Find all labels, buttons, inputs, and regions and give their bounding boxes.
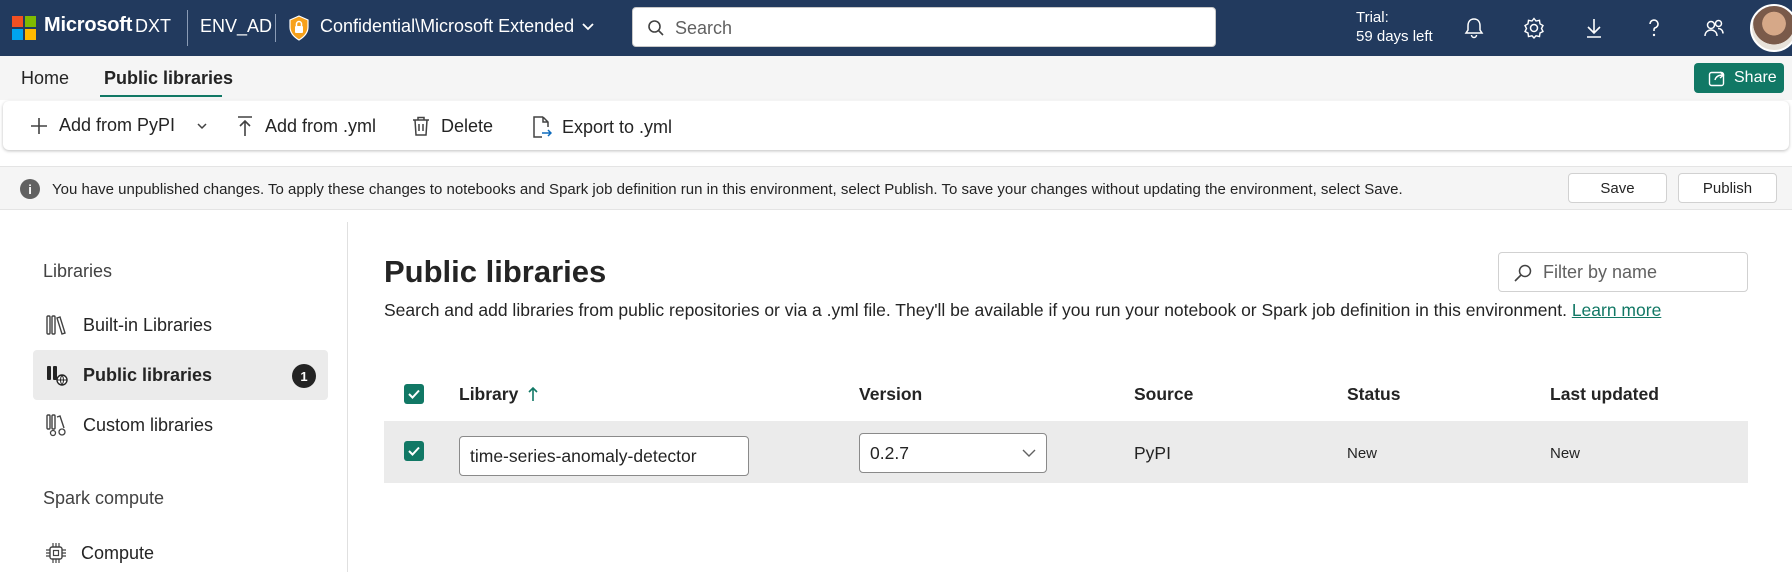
library-icon xyxy=(46,315,66,335)
workspace-name[interactable]: DXT xyxy=(135,16,171,37)
delete-button[interactable]: Delete xyxy=(411,115,493,137)
help-icon[interactable] xyxy=(1640,14,1668,42)
sort-ascending-icon xyxy=(528,386,538,401)
export-icon xyxy=(533,116,552,138)
command-bar: Add from PyPI Add from .yml Delete Expor… xyxy=(3,101,1789,150)
chevron-down-icon[interactable] xyxy=(580,18,596,34)
environment-name[interactable]: ENV_AD xyxy=(200,16,272,37)
chevron-down-icon[interactable] xyxy=(196,120,208,132)
column-label: Library xyxy=(459,384,519,404)
trash-icon xyxy=(413,116,429,136)
chevron-down-icon xyxy=(1022,449,1036,457)
info-icon: i xyxy=(20,179,40,199)
trial-days-left: 59 days left xyxy=(1356,28,1433,45)
people-icon[interactable] xyxy=(1700,14,1728,42)
sidebar-item-compute[interactable]: Compute xyxy=(33,528,328,572)
select-all-checkbox[interactable] xyxy=(404,384,424,404)
sidebar-item-custom-libraries[interactable]: Custom libraries xyxy=(33,400,328,450)
left-nav: Libraries Built-in Libraries Public libr… xyxy=(0,222,348,572)
last-updated-cell: New xyxy=(1550,445,1581,462)
sensitivity-label[interactable]: Confidential\Microsoft Extended xyxy=(320,16,574,37)
sidebar-item-label: Compute xyxy=(81,542,155,563)
sidebar-item-public-libraries[interactable]: Public libraries 1 xyxy=(33,350,328,400)
description-text: Search and add libraries from public rep… xyxy=(384,300,1567,320)
search-input[interactable] xyxy=(675,16,1195,40)
libraries-heading: Libraries xyxy=(43,261,113,281)
trial-status[interactable]: Trial: 59 days left xyxy=(1356,8,1433,46)
gear-icon[interactable] xyxy=(1520,14,1548,42)
export-to-yml-label: Export to .yml xyxy=(562,116,673,137)
count-badge: 1 xyxy=(292,364,316,388)
checkmark-icon xyxy=(408,389,420,399)
learn-more-link[interactable]: Learn more xyxy=(1572,300,1662,320)
tab-home[interactable]: Home xyxy=(21,68,69,89)
page-title: Public libraries xyxy=(384,254,607,289)
delete-label: Delete xyxy=(441,115,494,136)
column-header-library[interactable]: Library xyxy=(459,384,539,405)
divider xyxy=(187,10,188,46)
add-from-pypi-button[interactable]: Add from PyPI xyxy=(29,115,175,136)
filter-by-name-input[interactable] xyxy=(1543,262,1733,283)
table-header: Library Version Source Status Last updat… xyxy=(384,370,1748,418)
brand-name: Microsoft xyxy=(44,14,133,36)
top-bar: Microsoft DXT ENV_AD Confidential\Micros… xyxy=(0,0,1792,56)
avatar[interactable] xyxy=(1750,4,1792,52)
page-description: Search and add libraries from public rep… xyxy=(384,300,1661,321)
source-cell: PyPI xyxy=(1134,443,1171,463)
export-to-yml-button[interactable]: Export to .yml xyxy=(530,115,672,139)
sidebar-item-label: Custom libraries xyxy=(83,414,214,435)
share-button[interactable]: Share xyxy=(1694,63,1784,93)
download-icon[interactable] xyxy=(1580,14,1608,42)
status-cell: New xyxy=(1347,445,1378,462)
version-dropdown[interactable]: 0.2.7 xyxy=(859,433,1047,473)
bell-icon[interactable] xyxy=(1460,14,1488,42)
save-button[interactable]: Save xyxy=(1568,173,1667,203)
checkmark-icon xyxy=(408,446,420,456)
sidebar-item-built-in-libraries[interactable]: Built-in Libraries xyxy=(33,300,328,350)
column-header-source[interactable]: Source xyxy=(1134,384,1193,405)
compute-chip-icon xyxy=(46,543,66,563)
share-label: Share xyxy=(1734,69,1777,86)
sidebar-item-label: Built-in Libraries xyxy=(83,314,213,335)
search-icon xyxy=(1514,264,1532,282)
publish-button[interactable]: Publish xyxy=(1678,173,1777,203)
library-name-input[interactable]: time-series-anomaly-detector xyxy=(459,436,749,476)
divider xyxy=(275,14,276,42)
sensitivity-shield-icon xyxy=(289,15,309,41)
tab-public-libraries[interactable]: Public libraries xyxy=(104,68,233,89)
public-library-icon xyxy=(47,366,68,386)
add-from-yml-button[interactable]: Add from .yml xyxy=(235,115,376,137)
upload-icon xyxy=(238,116,252,136)
column-header-last-updated[interactable]: Last updated xyxy=(1550,384,1659,405)
column-header-status[interactable]: Status xyxy=(1347,384,1400,405)
banner-message: You have unpublished changes. To apply t… xyxy=(52,181,1403,198)
share-icon xyxy=(1708,71,1725,87)
trial-label: Trial: xyxy=(1356,9,1389,26)
search-icon xyxy=(648,20,664,36)
plus-icon xyxy=(31,117,47,134)
search-box[interactable] xyxy=(632,7,1216,47)
custom-library-icon xyxy=(46,414,66,437)
active-tab-indicator xyxy=(100,95,222,97)
spark-compute-heading: Spark compute xyxy=(43,488,165,508)
filter-box[interactable] xyxy=(1498,252,1748,292)
version-value: 0.2.7 xyxy=(870,443,909,463)
add-from-pypi-label: Add from PyPI xyxy=(59,115,176,135)
tab-bar: Home Public libraries xyxy=(0,56,1792,100)
column-header-version[interactable]: Version xyxy=(859,384,922,405)
unpublished-changes-banner: i You have unpublished changes. To apply… xyxy=(0,166,1792,210)
add-from-yml-label: Add from .yml xyxy=(265,115,377,136)
row-checkbox[interactable] xyxy=(404,441,424,461)
microsoft-logo-icon xyxy=(12,16,36,40)
sidebar-item-label: Public libraries xyxy=(83,364,213,385)
table-row[interactable]: time-series-anomaly-detector 0.2.7 PyPI … xyxy=(384,421,1748,483)
